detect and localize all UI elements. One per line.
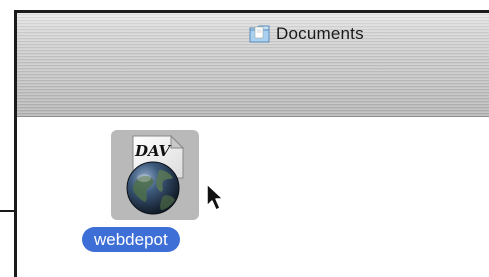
divider-line — [0, 210, 14, 212]
finder-window: Documents DAV webdepot — [14, 10, 489, 277]
folder-icon — [249, 25, 270, 43]
window-title-text: Documents — [276, 24, 364, 43]
dav-globe-document-icon[interactable]: DAV — [119, 134, 199, 216]
file-label[interactable]: webdepot — [82, 227, 180, 252]
file-item-webdepot[interactable]: DAV webdepot — [79, 128, 229, 258]
arrow-cursor-icon — [206, 183, 224, 211]
window-title: Documents — [249, 22, 364, 46]
dav-icon-text: DAV — [134, 142, 172, 160]
window-titlebar[interactable]: Documents — [17, 13, 489, 117]
screen: Documents DAV webdepot — [0, 0, 489, 277]
